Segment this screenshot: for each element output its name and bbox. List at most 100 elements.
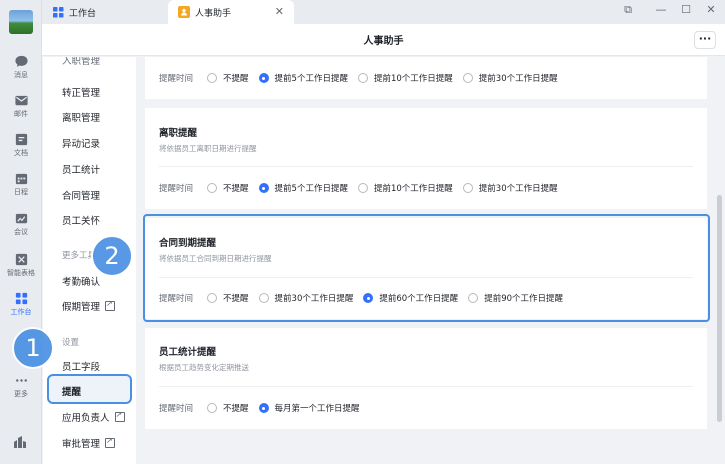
radio-selected[interactable] (258, 403, 269, 413)
option-30-days[interactable]: 提前30个工作日提醒 (258, 292, 353, 304)
option-label: 提前90个工作日提醒 (484, 294, 564, 304)
option-no-remind[interactable]: 不提醒 (207, 182, 249, 194)
app-rail: 消息 邮件 文档 日程 会议 智能表格 工作台 更多 (0, 0, 42, 464)
radio[interactable] (258, 293, 269, 303)
option-10-days[interactable]: 提前10个工作日提醒 (357, 182, 453, 194)
radio[interactable] (207, 183, 218, 193)
option-5-days[interactable]: 提前5个工作日提醒 (258, 72, 348, 84)
rail-item-smart-sheet[interactable]: 智能表格 (0, 250, 42, 286)
sidebar-item-contracts[interactable]: 合同管理 (62, 188, 100, 202)
rail-label: 智能表格 (7, 269, 35, 277)
radio-selected[interactable] (258, 73, 269, 83)
rail-item-workbench[interactable]: 工作台 (0, 289, 42, 325)
sidebar-item-onboarding[interactable]: 入职管理 (62, 57, 100, 67)
popout-icon[interactable]: ⧉ (620, 3, 636, 17)
meeting-icon (15, 213, 27, 224)
option-label: 不提醒 (223, 184, 249, 194)
step-callout-2: 2 (91, 235, 133, 277)
option-60-days[interactable]: 提前60个工作日提醒 (363, 292, 458, 304)
grid-icon (52, 6, 64, 18)
sidebar-item-transfer[interactable]: 异动记录 (62, 136, 100, 150)
radio[interactable] (207, 403, 218, 413)
sidebar-item-attendance[interactable]: 考勤确认 (62, 274, 100, 288)
sidebar-item-care[interactable]: 员工关怀 (62, 213, 100, 227)
card-title: 合同到期提醒 (159, 238, 217, 249)
card-divider (159, 386, 693, 387)
radio[interactable] (207, 293, 218, 303)
scrollbar-thumb[interactable] (717, 195, 722, 422)
rail-item-messages[interactable]: 消息 (0, 52, 42, 88)
tab-workbench[interactable]: 工作台 (42, 0, 167, 24)
option-30-days[interactable]: 提前30个工作日提醒 (462, 182, 558, 194)
radio[interactable] (207, 73, 218, 83)
option-no-remind[interactable]: 不提醒 (207, 292, 249, 304)
option-label: 提前30个工作日提醒 (478, 74, 558, 84)
radio-selected[interactable] (258, 183, 269, 193)
sidebar-item-app-owner[interactable]: 应用负责人 (62, 410, 125, 424)
radio[interactable] (357, 183, 368, 193)
radio[interactable] (462, 73, 473, 83)
tab-close-icon[interactable]: ✕ (275, 5, 284, 18)
external-link-icon (105, 436, 116, 448)
step-callout-1: 1 (12, 327, 54, 369)
option-first-workday[interactable]: 每月第一个工作日提醒 (258, 402, 360, 414)
option-no-remind[interactable]: 不提醒 (207, 72, 249, 84)
app-header: 人事助手 ··· (42, 24, 725, 56)
option-10-days[interactable]: 提前10个工作日提醒 (357, 72, 453, 84)
maximize-icon[interactable]: ☐ (678, 3, 694, 16)
card-description: 根据员工趋势变化定期推送 (159, 363, 249, 372)
rail-label: 文档 (14, 149, 28, 157)
sidebar-item-resignation[interactable]: 离职管理 (62, 110, 100, 124)
rail-label: 消息 (14, 71, 28, 79)
option-90-days[interactable]: 提前90个工作日提醒 (468, 292, 563, 304)
rail-item-mail[interactable]: 邮件 (0, 91, 42, 127)
option-label: 提前30个工作日提醒 (478, 184, 558, 194)
more-options-button[interactable]: ··· (694, 31, 716, 49)
option-label: 不提醒 (223, 294, 249, 304)
external-link-icon (105, 299, 116, 311)
close-window-icon[interactable]: ✕ (703, 3, 719, 16)
option-label: 提前5个工作日提醒 (274, 184, 348, 194)
card-title: 离职提醒 (159, 128, 198, 139)
tab-label: 工作台 (69, 8, 97, 19)
user-avatar[interactable] (9, 10, 33, 34)
option-30-days[interactable]: 提前30个工作日提醒 (462, 72, 558, 84)
sidebar-item-regularization[interactable]: 转正管理 (62, 85, 100, 99)
radio[interactable] (468, 293, 479, 303)
hr-assistant-icon (178, 6, 190, 18)
page-title: 人事助手 (363, 36, 404, 47)
docs-icon (15, 133, 27, 146)
tab-hr-assistant[interactable]: 人事助手 ✕ (168, 0, 294, 24)
reminder-time-row: 提醒时间 不提醒 每月第一个工作日提醒 (159, 402, 370, 414)
row-label: 提醒时间 (159, 74, 194, 84)
card-description: 将依据员工合同到期日期进行提醒 (159, 254, 272, 263)
content-scrollbar[interactable] (714, 57, 725, 464)
workbench-icon (15, 292, 27, 305)
sidebar-item-employee-fields[interactable]: 员工字段 (62, 359, 100, 373)
calendar-icon (15, 173, 27, 185)
radio[interactable] (357, 73, 368, 83)
rail-apps-icon[interactable] (12, 434, 28, 450)
sheet-icon (15, 253, 27, 266)
rail-item-more[interactable]: 更多 (0, 371, 42, 407)
radio[interactable] (462, 183, 473, 193)
option-label: 提前10个工作日提醒 (373, 184, 453, 194)
sidebar-item-statistics[interactable]: 员工统计 (62, 162, 100, 176)
tab-label: 人事助手 (195, 8, 232, 19)
rail-item-calendar[interactable]: 日程 (0, 169, 42, 205)
option-no-remind[interactable]: 不提醒 (207, 402, 249, 414)
sidebar-item-leave[interactable]: 假期管理 (62, 299, 116, 313)
rail-item-docs[interactable]: 文档 (0, 130, 42, 166)
sidebar-item-approval[interactable]: 审批管理 (62, 436, 116, 450)
sidebar-item-reminders[interactable]: 提醒 (62, 384, 81, 398)
rail-label: 更多 (14, 390, 28, 398)
minimize-icon[interactable]: — (653, 3, 669, 16)
reminder-time-row: 提醒时间 不提醒 提前5个工作日提醒 提前10个工作日提醒 提前30个工作日提醒 (159, 182, 568, 194)
rail-label: 邮件 (14, 110, 28, 118)
tab-bar: 工作台 人事助手 ✕ ⧉ — ☐ ✕ (42, 0, 725, 24)
radio-selected[interactable] (363, 293, 374, 303)
option-5-days[interactable]: 提前5个工作日提醒 (258, 182, 348, 194)
rail-item-meeting[interactable]: 会议 (0, 209, 42, 245)
rail-label: 工作台 (10, 308, 32, 316)
external-link-icon (114, 410, 125, 422)
